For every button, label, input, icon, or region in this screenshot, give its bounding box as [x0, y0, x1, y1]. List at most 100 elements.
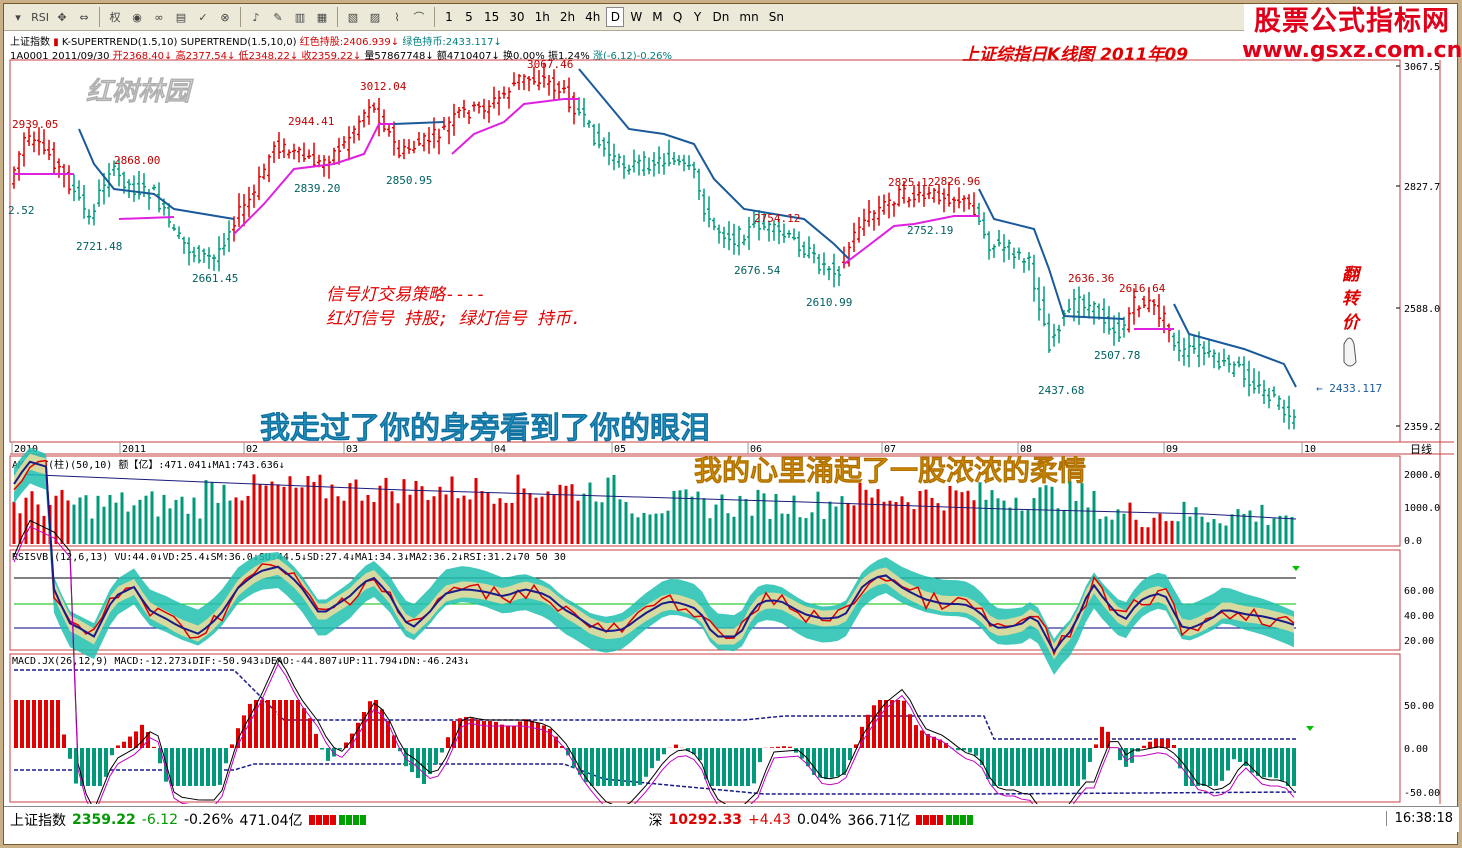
flip-value: ← 2433.117: [1316, 382, 1382, 395]
period-Dn-button[interactable]: Dn: [709, 7, 734, 27]
sh-index-change: -6.12: [141, 811, 178, 828]
rsi-button[interactable]: RSI: [30, 7, 50, 27]
supertrend-line: [578, 68, 850, 260]
price-label: 2661.45: [192, 272, 238, 285]
amount-ma-line: [13, 473, 1297, 520]
lyric-line-1: 我走过了你的身旁看到了你的眼泪: [260, 411, 710, 446]
menu-dropdown-button[interactable]: ▾: [8, 7, 28, 27]
price-label: 2754.12: [754, 212, 800, 225]
bar-date: 2011/09/30: [51, 51, 110, 62]
strategy-text: 红灯信号 持股; 绿灯信号 持币.: [326, 309, 581, 329]
rsi-panel: [9, 549, 1401, 651]
amount-y-tick: 2000.0: [1404, 470, 1440, 481]
period-15-button[interactable]: 15: [480, 7, 503, 27]
sz-breadth-bars: [916, 813, 976, 827]
draw-icon[interactable]: ✎: [268, 7, 288, 27]
zoom-icon[interactable]: ⇔: [74, 7, 94, 27]
price-label: 2636.36: [1068, 272, 1114, 285]
curve-tool-icon[interactable]: ⌒: [409, 7, 429, 27]
amount-header: AMOUNT(柱)(50,10) 额【亿】:471.041↓MA1:743.63…: [12, 458, 285, 471]
toolbar: ▾ RSI ✥ ⇔ 权 ◉ ∞ ▤ ✓ ⊗ ♪ ✎ ▥ ▦ ▧ ▨ ⌇ ⌒ 1 5 15 30 1h 2h 4h D W M Q Y Dn m…: [4, 4, 1244, 31]
period-M-button[interactable]: M: [648, 7, 666, 27]
price-label: 2610.99: [806, 296, 852, 309]
macd-signal-icon: [1306, 726, 1314, 731]
indicator-header: 上证指数 ▮ K-SUPERTREND(1.5,10) SUPERTREND(1…: [10, 37, 502, 48]
layout3-icon[interactable]: ▧: [343, 7, 363, 27]
sh-index-price: 2359.22: [72, 811, 136, 828]
main-panel: [9, 59, 1401, 443]
x-axis-right-label: 日线: [1410, 442, 1432, 456]
rsi-line: [13, 459, 1295, 657]
flip-label-char: 价: [1342, 313, 1362, 333]
open-value: 开2368.40: [112, 51, 165, 62]
period-1-button[interactable]: 1: [440, 7, 458, 27]
macd-y-tick: -50.00: [1404, 788, 1440, 799]
logo-url: www.gsxz.com.cn: [1242, 38, 1462, 63]
period-mn-button[interactable]: mn: [735, 7, 762, 27]
amount-panel: [9, 455, 1401, 547]
chart-title: 上证综指日K线图 2011年09: [962, 45, 1189, 65]
supertrend-line: [1173, 303, 1297, 388]
sh-index-pct: -0.26%: [184, 811, 234, 828]
layout1-icon[interactable]: ▥: [290, 7, 310, 27]
x-axis-label: 09: [1166, 444, 1178, 455]
book-icon[interactable]: ▤: [171, 7, 191, 27]
sz-index-quote[interactable]: 深 10292.33 +4.43 0.04% 366.71亿: [649, 810, 977, 830]
low-value: 低2348.22: [238, 51, 290, 62]
clock: 16:38:18: [1385, 811, 1453, 826]
rights-button[interactable]: 权: [105, 7, 125, 27]
high-value: 高2377.54: [175, 51, 227, 62]
price-label: 2752.19: [907, 224, 953, 237]
move-icon[interactable]: ✥: [52, 7, 72, 27]
rsi-signal-icon: [1292, 566, 1300, 571]
status-bar: 上证指数 2359.22 -6.12 -0.26% 471.04亿 深 1029…: [4, 806, 1459, 832]
x-axis-label: 03: [346, 444, 358, 455]
price-label: 2939.05: [12, 118, 58, 131]
amount-y-tick: 0.0: [1404, 536, 1422, 547]
period-30-button[interactable]: 30: [505, 7, 528, 27]
layout4-icon[interactable]: ▨: [365, 7, 385, 27]
pointer-hand-icon: [1343, 337, 1357, 367]
period-Q-button[interactable]: Q: [669, 7, 687, 27]
price-label: 3012.04: [360, 80, 407, 93]
price-label: 2944.41: [288, 115, 334, 128]
macd-header: MACD.JX(26,12,9) MACD:-12.273↓DIF:-50.94…: [12, 656, 470, 667]
period-W-button[interactable]: W: [626, 7, 646, 27]
toggle-icon[interactable]: ◉: [127, 7, 147, 27]
sh-index-quote[interactable]: 上证指数 2359.22 -6.12 -0.26% 471.04亿: [10, 810, 369, 830]
macd-y-tick: 0.00: [1404, 744, 1428, 755]
ohlc-header: 1A0001 2011/09/30 开2368.40↓ 高2377.54↓ 低2…: [10, 51, 673, 62]
period-1h-button[interactable]: 1h: [531, 7, 554, 27]
period-2h-button[interactable]: 2h: [556, 7, 579, 27]
link-icon[interactable]: ∞: [149, 7, 169, 27]
x-axis-label: 2011: [122, 444, 146, 455]
period-Y-button[interactable]: Y: [689, 7, 707, 27]
price-label: 2676.54: [734, 264, 781, 277]
site-logo: 股票公式指标网 www.gsxz.com.cn: [1242, 6, 1462, 66]
amount-value: 额4710407: [436, 51, 492, 62]
supertrend-line: [978, 188, 1125, 320]
main-y-tick: 2359.2: [1404, 422, 1440, 433]
period-5-button[interactable]: 5: [460, 7, 478, 27]
rsi-y-tick: 60.00: [1404, 586, 1434, 597]
line-tool-icon[interactable]: ⌇: [387, 7, 407, 27]
period-Sn-button[interactable]: Sn: [765, 7, 788, 27]
stop-icon[interactable]: ⊗: [215, 7, 235, 27]
rsi-teal-band: [14, 447, 1294, 675]
flip-label-char: 转: [1342, 289, 1362, 309]
check-icon[interactable]: ✓: [193, 7, 213, 27]
layout2-icon[interactable]: ▦: [312, 7, 332, 27]
period-D-button[interactable]: D: [606, 7, 625, 27]
alert-icon[interactable]: ♪: [246, 7, 266, 27]
x-axis-label: 04: [494, 444, 506, 455]
price-label: 2721.48: [76, 240, 122, 253]
period-4h-button[interactable]: 4h: [581, 7, 604, 27]
macd-panel: [9, 653, 1401, 803]
change-value: 涨(-6.12)-0.26%: [592, 51, 673, 62]
sz-index-amount: 366.71亿: [847, 812, 911, 829]
sz-index-price: 10292.33: [668, 811, 743, 828]
rsi-y-tick: 40.00: [1404, 611, 1434, 622]
main-y-tick: 2588.0: [1404, 304, 1440, 315]
supertrend-line: [451, 98, 579, 155]
chart-area[interactable]: 3067.52827.72588.02359.22000.01000.00.06…: [4, 4, 1459, 804]
